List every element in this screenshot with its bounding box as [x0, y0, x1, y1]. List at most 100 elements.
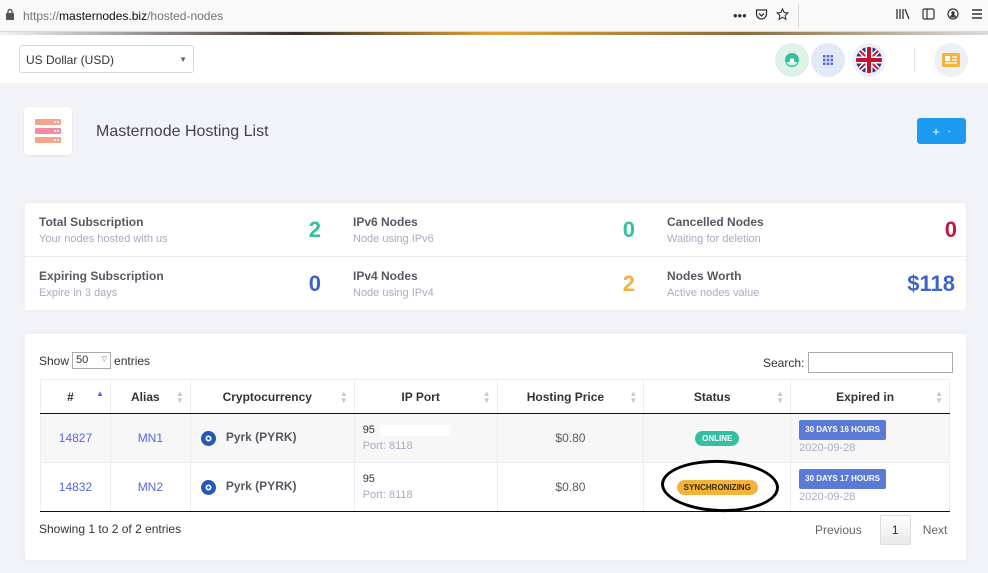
table-header-row: # ▲ Alias ▲ ▼ Cryptocurrency ▲ ▼ IP Port ▲ ▼ Ho… [40, 379, 950, 414]
sidebar-icon[interactable] [922, 8, 935, 23]
show-label: Show [39, 353, 70, 368]
hosting-price: $0.80 [496, 462, 645, 512]
menu-icon[interactable] [971, 8, 983, 23]
chevron-down-icon: ▼ [179, 55, 187, 64]
bookmark-star-icon[interactable] [775, 7, 789, 24]
stat-title: Nodes Worth [667, 269, 742, 283]
hosted-nodes-panel: Show 50 ▽ entries Search: # ▲ Alias ▲ ▼ Cryp… [25, 334, 966, 560]
pagination: Previous 1 Next [815, 515, 947, 545]
toolbar-divider [798, 4, 799, 28]
column-header-cryptocurrency[interactable]: Cryptocurrency ▲ ▼ [189, 379, 355, 414]
cryptocurrency-cell: Pyrk (PYRK) [189, 413, 355, 463]
expired-in-cell: 30 DAYS 17 HOURS 2020-09-28 [790, 462, 950, 512]
node-id-link[interactable]: 14827 [40, 413, 111, 463]
dropdown-caret: - [947, 126, 951, 136]
redacted-ip [379, 473, 450, 485]
stat-value: 2 [622, 271, 635, 296]
expiry-badge: 30 DAYS 16 HOURS [799, 420, 887, 440]
search-label: Search: [763, 355, 805, 370]
page-title: Masternode Hosting List [96, 123, 269, 140]
table-row: 14827 MN1 Pyrk (PYRK) 95 Port: 8118 $0.8… [40, 413, 950, 463]
stat-subtitle: Waiting for deletion [667, 233, 761, 245]
hosting-price: $0.80 [496, 413, 645, 463]
expiry-date: 2020-09-28 [799, 442, 856, 454]
ip-address: 95 [362, 424, 375, 436]
expiry-date: 2020-09-28 [799, 491, 856, 503]
stat-subtitle: Your nodes hosted with us [39, 233, 168, 245]
status-badge: ONLINE [695, 431, 740, 446]
pyrk-coin-icon [200, 479, 216, 495]
stats-panel: Total Subscription Your nodes hosted wit… [25, 203, 966, 310]
search-input[interactable] [808, 352, 954, 373]
nodes-table: # ▲ Alias ▲ ▼ Cryptocurrency ▲ ▼ IP Port ▲ ▼ Ho… [40, 379, 950, 512]
node-alias-link[interactable]: MN2 [109, 462, 191, 512]
stat-value: 0 [308, 271, 321, 296]
redacted-ip [379, 424, 450, 436]
node-id-link[interactable]: 14832 [40, 462, 111, 512]
page-length-select[interactable]: 50 ▽ [72, 352, 112, 369]
server-stack-icon [24, 107, 72, 155]
stat-subtitle: Active nodes value [667, 287, 760, 299]
sort-icon: ▲ ▼ [629, 389, 638, 405]
next-page-button[interactable]: Next [923, 523, 948, 537]
stat-value: 0 [622, 217, 635, 242]
pocket-icon[interactable] [755, 8, 768, 24]
table-info: Showing 1 to 2 of 2 entries [39, 522, 182, 536]
stat-value: 2 [308, 217, 321, 242]
ip-port-cell: 95 Port: 8118 [353, 413, 498, 463]
header-divider [914, 48, 915, 72]
app-header: US Dollar (USD) ▼ [0, 35, 988, 83]
grid-icon[interactable] [811, 43, 845, 77]
stat-subtitle: Node using IPv4 [353, 287, 434, 299]
sort-icon: ▲ ▼ [935, 389, 943, 405]
currency-select[interactable]: US Dollar (USD) ▼ [19, 45, 194, 73]
stat-title: Expiring Subscription [39, 269, 164, 283]
page-1-button[interactable]: 1 [879, 515, 911, 545]
column-header-hosting-price[interactable]: Hosting Price ▲ ▼ [496, 379, 645, 414]
chevron-down-icon: ▽ [101, 356, 108, 363]
column-header-expired-in[interactable]: Expired in ▲ ▼ [790, 379, 950, 414]
cryptocurrency-cell: Pyrk (PYRK) [189, 462, 355, 512]
column-header-id[interactable]: # ▲ [40, 379, 111, 414]
column-header-alias[interactable]: Alias ▲ ▼ [109, 379, 191, 414]
page-actions-icon[interactable]: ••• [733, 8, 747, 24]
library-icon[interactable] [896, 8, 910, 23]
stat-nodes-worth: Nodes Worth Active nodes value $118 [653, 257, 955, 310]
page-header: Masternode Hosting List + - [0, 83, 988, 180]
stat-ipv6-nodes: IPv6 Nodes Node using IPv6 0 [339, 203, 639, 256]
search-control: Search: [763, 352, 954, 373]
page-length-control: Show 50 ▽ entries [39, 352, 150, 369]
previous-page-button[interactable]: Previous [815, 523, 862, 537]
stat-subtitle: Expire in 3 days [39, 287, 118, 299]
stat-title: IPv6 Nodes [353, 215, 418, 229]
browser-url-bar: https://masternodes.biz/hosted-nodes ••• [0, 0, 988, 32]
uk-flag-icon[interactable] [852, 43, 886, 77]
url-text[interactable]: https://masternodes.biz/hosted-nodes [23, 9, 223, 23]
profile-card-icon[interactable] [934, 43, 968, 77]
sort-icon: ▲ ▼ [339, 389, 348, 405]
sort-ascending-icon: ▲ [95, 389, 104, 398]
table-row: 14832 MN2 Pyrk (PYRK) 95 Port: 8118 $0.8… [40, 462, 950, 512]
account-icon[interactable] [947, 8, 959, 23]
column-header-status[interactable]: Status ▲ ▼ [643, 379, 792, 414]
port-text: Port: 8118 [362, 489, 413, 501]
column-header-ip-port[interactable]: IP Port ▲ ▼ [353, 379, 498, 414]
sort-icon: ▲ ▼ [175, 389, 184, 405]
stat-title: IPv4 Nodes [353, 269, 418, 283]
pyrk-coin-icon [200, 430, 216, 446]
stat-title: Cancelled Nodes [667, 215, 764, 229]
stat-title: Total Subscription [39, 215, 144, 229]
entries-label: entries [114, 353, 151, 368]
nodes-app-icon[interactable] [775, 43, 809, 77]
port-text: Port: 8118 [362, 440, 413, 452]
status-cell: ONLINE [643, 413, 792, 463]
stat-total-subscription: Total Subscription Your nodes hosted wit… [25, 203, 325, 256]
ip-address: 95 [362, 473, 375, 485]
stat-expiring-subscription: Expiring Subscription Expire in 3 days 0 [25, 257, 325, 310]
sort-icon: ▲ ▼ [776, 389, 785, 405]
node-alias-link[interactable]: MN1 [109, 413, 191, 463]
add-node-button[interactable]: + - [917, 118, 966, 144]
ip-port-cell: 95 Port: 8118 [353, 462, 498, 512]
stat-ipv4-nodes: IPv4 Nodes Node using IPv4 2 [339, 257, 639, 310]
stat-value: 0 [944, 217, 957, 242]
